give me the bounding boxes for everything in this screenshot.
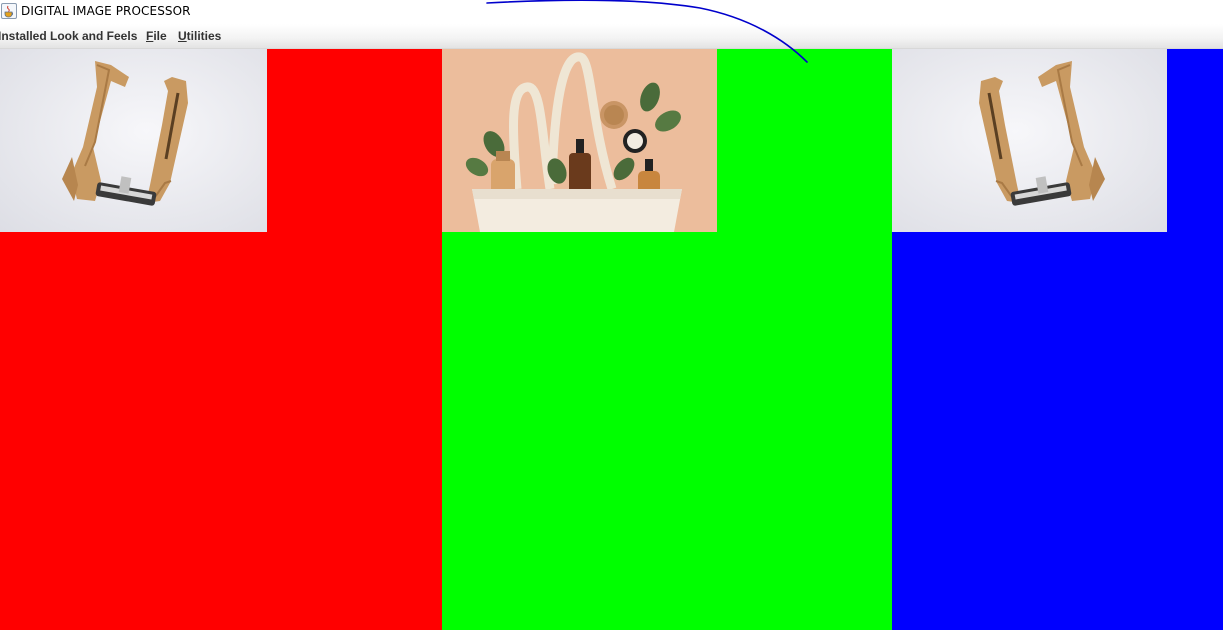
- menu-utilities-mnemonic: U: [178, 29, 187, 43]
- razor-packaging-image: [0, 49, 267, 232]
- window-title: DIGITAL IMAGE PROCESSOR: [21, 4, 191, 18]
- menu-utilities-label: tilities: [186, 29, 222, 43]
- title-bar: DIGITAL IMAGE PROCESSOR: [0, 0, 1223, 24]
- cosmetics-tote-bag-image: [442, 49, 717, 232]
- java-cup-icon: [1, 3, 17, 19]
- blue-channel-panel: [892, 49, 1223, 630]
- green-channel-panel: [442, 49, 892, 630]
- razor-packaging-image-mirrored: [892, 49, 1167, 232]
- menu-file[interactable]: File: [146, 29, 167, 43]
- menu-utilities[interactable]: Utilities: [178, 29, 221, 43]
- menu-label-installed-look-and-feels: Installed Look and Feels: [0, 29, 138, 43]
- menu-installed-look-and-feels[interactable]: Installed Look and Feels: [0, 29, 137, 43]
- menu-file-label: ile: [153, 29, 167, 43]
- red-channel-panel: [0, 49, 442, 630]
- menu-bar: Installed Look and Feels File Utilities: [0, 24, 1223, 49]
